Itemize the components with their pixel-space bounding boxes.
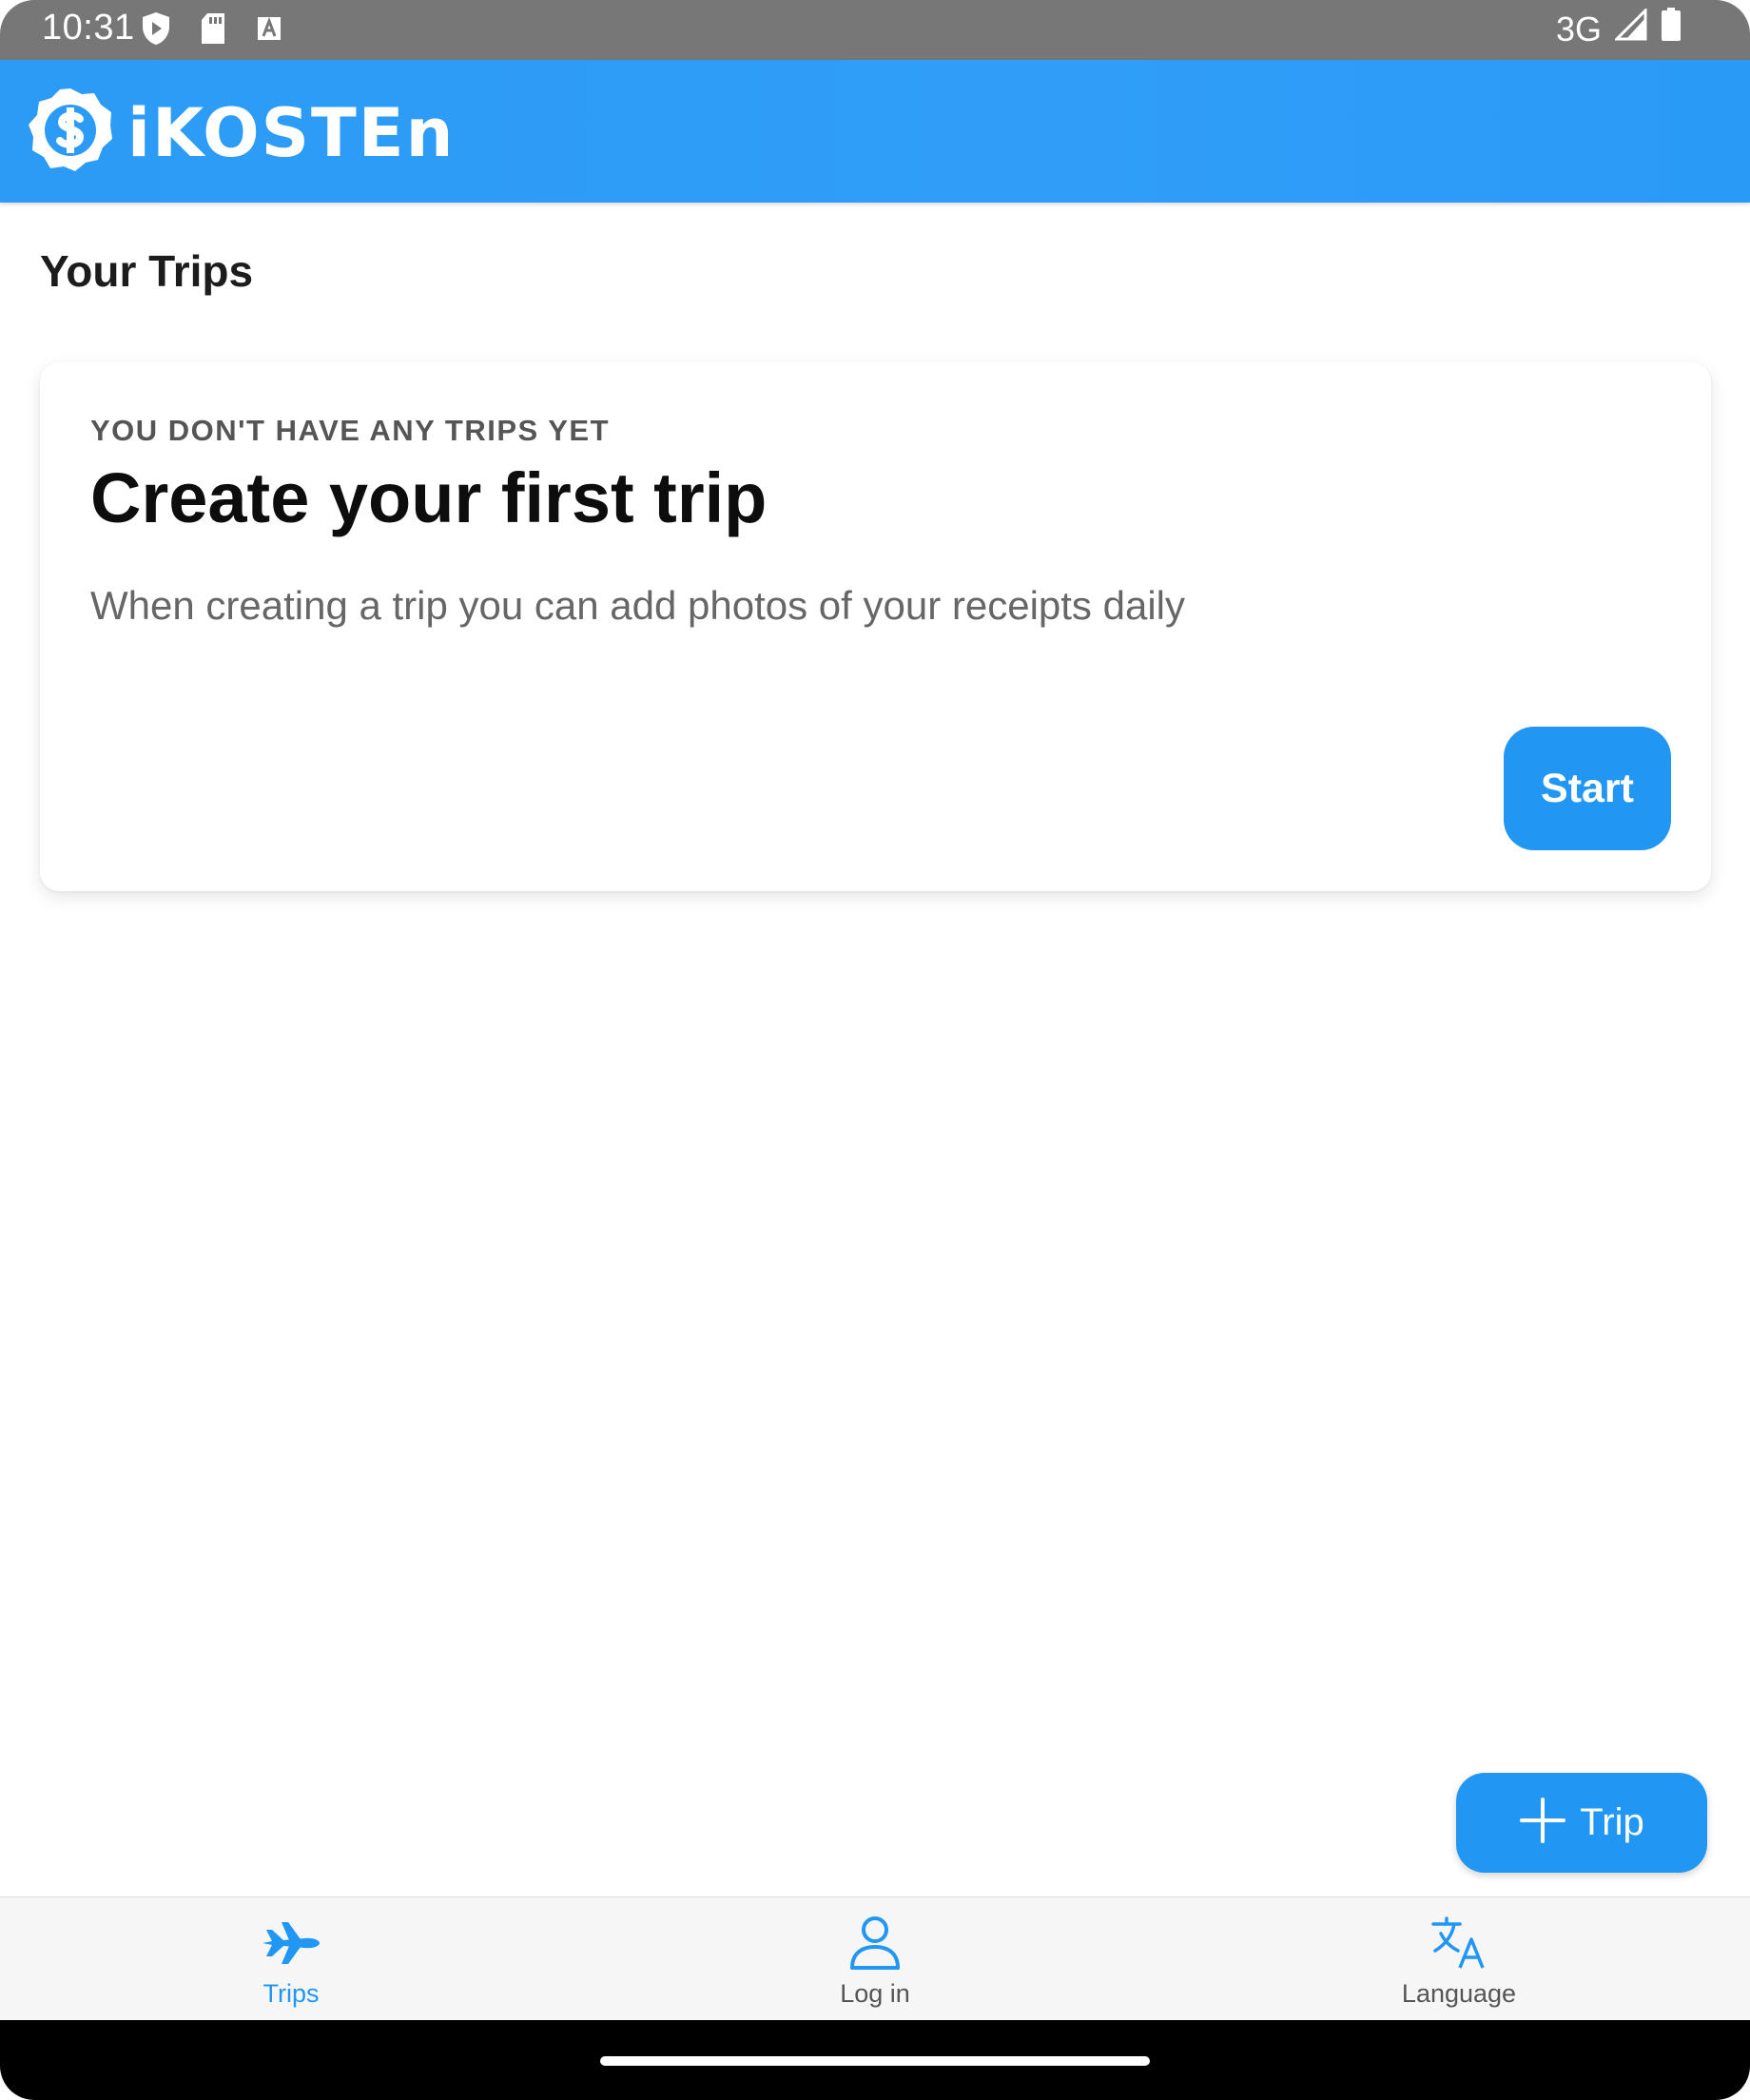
app-bar: iKOSTEn: [0, 60, 1750, 203]
system-navigation-bar: [0, 2020, 1750, 2100]
status-right-group: 3G: [1555, 7, 1682, 50]
nav-label-language: Language: [1401, 1979, 1517, 2008]
fab-label: Trip: [1580, 1801, 1644, 1843]
nav-label-trips: Trips: [262, 1979, 320, 2008]
dollar-badge-icon: [27, 87, 114, 179]
signal-icon: [1613, 7, 1647, 49]
home-gesture-handle[interactable]: [600, 2056, 1150, 2066]
nav-item-language[interactable]: Language: [1316, 1897, 1602, 2021]
page-title: Your Trips: [40, 246, 254, 296]
network-type: 3G: [1555, 9, 1602, 49]
plus-icon: [1519, 1797, 1566, 1849]
nav-item-log-in[interactable]: Log in: [732, 1897, 1018, 2021]
shield-play-icon: [141, 11, 171, 50]
translate-icon: [1431, 1915, 1487, 1972]
start-button[interactable]: Start: [1504, 727, 1671, 850]
card-title: Create your first trip: [90, 458, 768, 537]
bottom-navigation: Trips Log in Language: [0, 1896, 1750, 2021]
person-icon: [849, 1915, 901, 1972]
battery-icon: [1661, 8, 1682, 50]
status-notification-icons: [141, 11, 283, 50]
nav-item-trips[interactable]: Trips: [148, 1897, 434, 2021]
empty-trips-card: YOU DON'T HAVE ANY TRIPS YET Create your…: [40, 362, 1711, 891]
add-trip-fab[interactable]: Trip: [1456, 1773, 1707, 1873]
airplane-icon: [261, 1915, 321, 1972]
status-time: 10:31: [42, 8, 135, 48]
a-font-icon: [255, 14, 283, 48]
sd-card-icon: [200, 12, 226, 49]
logo-wordmark: iKOSTEn: [127, 93, 456, 172]
app-logo: iKOSTEn: [27, 87, 455, 179]
card-overline: YOU DON'T HAVE ANY TRIPS YET: [90, 414, 611, 447]
status-bar: 10:31 3G: [0, 0, 1750, 60]
nav-label-log-in: Log in: [840, 1979, 910, 2008]
card-description: When creating a trip you can add photos …: [90, 583, 1185, 628]
